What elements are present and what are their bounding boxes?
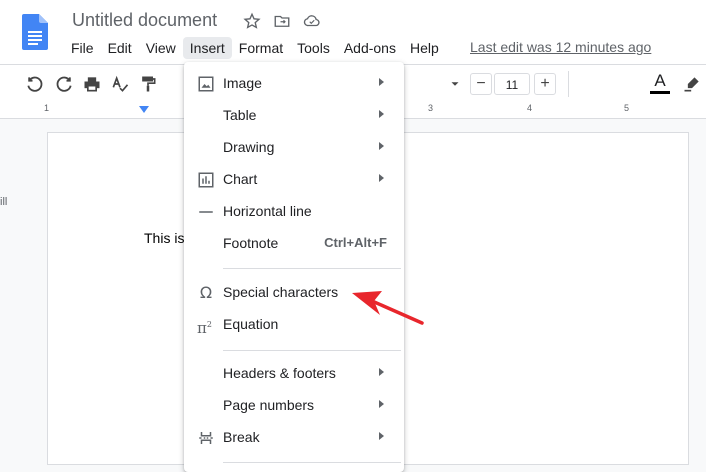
chart-icon	[198, 172, 214, 188]
menu-item-page-numbers[interactable]: Page numbers	[184, 390, 404, 422]
menu-item-label: Horizontal line	[223, 203, 312, 219]
menu-help[interactable]: Help	[403, 37, 446, 59]
docs-logo-icon[interactable]	[22, 14, 48, 50]
footnote-shortcut: Ctrl+Alt+F	[324, 235, 387, 250]
last-edit-link[interactable]: Last edit was 12 minutes ago	[470, 39, 651, 55]
menu-item-footnote[interactable]: Footnote Ctrl+Alt+F	[184, 228, 404, 260]
menu-separator	[223, 268, 401, 269]
menu-item-label: Drawing	[223, 139, 275, 155]
toolbar-divider	[568, 71, 569, 97]
menu-separator	[223, 350, 401, 351]
submenu-arrow-icon	[379, 110, 384, 118]
menu-item-headers-footers[interactable]: Headers & footers	[184, 358, 404, 390]
menu-bar: File Edit View Insert Format Tools Add-o…	[64, 36, 446, 60]
submenu-arrow-icon	[379, 78, 384, 86]
menu-file[interactable]: File	[64, 37, 101, 59]
highlight-icon[interactable]	[682, 74, 702, 94]
break-icon	[199, 432, 213, 444]
insert-menu: Image Table Drawing Chart Horizontal lin…	[184, 62, 404, 472]
cloud-saved-icon[interactable]	[303, 12, 321, 30]
side-text-fragment: ill	[0, 196, 8, 208]
menu-insert[interactable]: Insert	[182, 37, 232, 59]
menu-item-chart[interactable]: Chart	[184, 164, 404, 196]
ruler-number: 1	[44, 103, 50, 113]
menu-item-drawing[interactable]: Drawing	[184, 132, 404, 164]
spellcheck-icon[interactable]	[110, 74, 130, 94]
increase-font-size-button[interactable]: +	[534, 73, 556, 95]
text-color-button[interactable]: A	[650, 71, 670, 97]
submenu-arrow-icon	[379, 400, 384, 408]
app-header: Untitled document File Edit View Insert …	[0, 0, 706, 64]
submenu-arrow-icon	[379, 368, 384, 376]
menu-item-label: Image	[223, 75, 262, 91]
document-title[interactable]: Untitled document	[72, 10, 217, 31]
submenu-arrow-icon	[379, 142, 384, 150]
dropdown-caret-icon[interactable]	[448, 77, 462, 91]
decrease-font-size-button[interactable]: −	[470, 73, 492, 95]
indent-marker-icon[interactable]	[138, 105, 150, 115]
image-icon	[198, 76, 214, 92]
redo-icon[interactable]	[54, 74, 74, 94]
submenu-arrow-icon	[379, 174, 384, 182]
star-icon[interactable]	[243, 12, 261, 30]
menu-item-label: Table	[223, 107, 257, 123]
horizontal-line-icon	[199, 211, 213, 213]
menu-item-label: Equation	[223, 316, 279, 332]
menu-edit[interactable]: Edit	[101, 37, 139, 59]
text-color-icon: A	[654, 71, 666, 90]
menu-tools[interactable]: Tools	[290, 37, 337, 59]
font-size-input[interactable]: 11	[494, 73, 530, 95]
paint-format-icon[interactable]	[138, 74, 158, 94]
ruler-number: 5	[624, 103, 630, 113]
pi-icon: π2	[197, 319, 212, 337]
menu-format[interactable]: Format	[232, 37, 290, 59]
omega-icon: Ω	[199, 283, 213, 302]
menu-item-label: Chart	[223, 171, 258, 187]
menu-item-image[interactable]: Image	[184, 68, 404, 100]
menu-item-label: Page numbers	[223, 397, 315, 413]
menu-item-label: Break	[223, 429, 260, 445]
menu-view[interactable]: View	[139, 37, 183, 59]
menu-item-label: Special characters	[223, 284, 339, 300]
menu-item-label: Headers & footers	[223, 365, 336, 381]
ruler-number: 4	[527, 103, 533, 113]
menu-item-label: Footnote	[223, 235, 279, 251]
menu-addons[interactable]: Add-ons	[337, 37, 403, 59]
submenu-arrow-icon	[379, 432, 384, 440]
menu-item-table[interactable]: Table	[184, 100, 404, 132]
menu-item-horizontal-line[interactable]: Horizontal line	[184, 196, 404, 228]
menu-separator	[223, 462, 401, 463]
print-icon[interactable]	[82, 74, 102, 94]
document-body-text[interactable]: This is	[144, 230, 184, 246]
annotation-arrow-icon	[352, 291, 424, 325]
menu-item-break[interactable]: Break	[184, 422, 404, 454]
move-folder-icon[interactable]	[273, 12, 291, 30]
undo-icon[interactable]	[25, 74, 45, 94]
ruler-number: 3	[428, 103, 434, 113]
text-color-swatch	[650, 91, 670, 94]
